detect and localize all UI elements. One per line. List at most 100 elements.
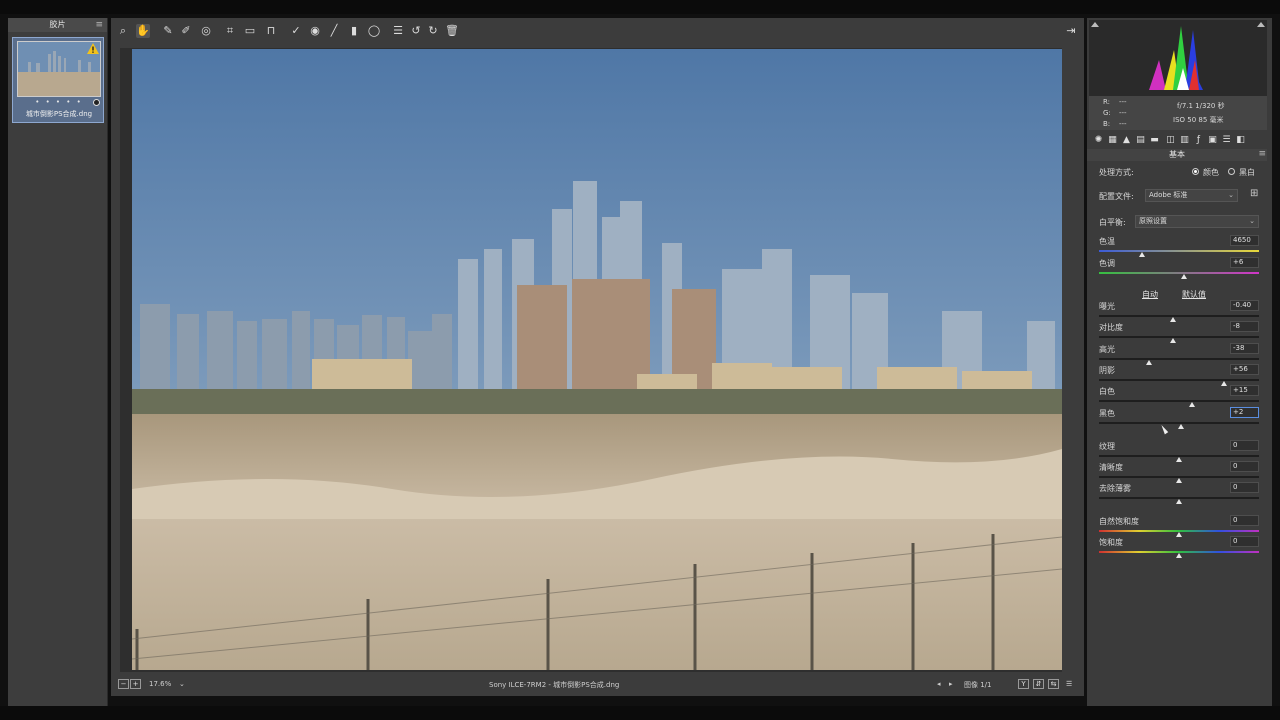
filmstrip-panel: 胶片 ≡ • • • • • 城市倒影PS合成.dng (8, 18, 108, 706)
slider-thumb[interactable] (1176, 457, 1182, 462)
tab-presets-icon[interactable]: ☰ (1221, 135, 1232, 146)
slider-thumb[interactable] (1176, 499, 1182, 504)
tab-tone-curve-icon[interactable]: ▦ (1107, 135, 1118, 146)
tab-hsl-icon[interactable]: ▤ (1135, 135, 1146, 146)
slider-track[interactable] (1099, 315, 1259, 317)
straighten-tool-icon[interactable]: ▭ (243, 24, 257, 38)
slider-value-field[interactable]: +15 (1230, 385, 1259, 396)
copy-settings-button[interactable]: ⇆ (1048, 679, 1059, 689)
slider-thumb[interactable] (1169, 338, 1176, 343)
slider-value-field[interactable]: -38 (1230, 343, 1259, 354)
crop-tool-icon[interactable]: ⌗ (223, 24, 237, 38)
slider-value-field[interactable]: 0 (1230, 536, 1259, 547)
slider-label: 白色 (1099, 387, 1115, 396)
filmstrip-menu-icon[interactable]: ≡ (95, 18, 103, 32)
slider-value-field[interactable]: +6 (1230, 257, 1259, 268)
zoom-in-button[interactable]: + (130, 679, 141, 689)
white-balance-dropdown[interactable]: 原照设置 ⌄ (1135, 215, 1259, 228)
slider-value-field[interactable]: 4650 (1230, 235, 1259, 246)
aperture-shutter: f/7.1 1/320 秒 (1177, 102, 1225, 110)
image-canvas[interactable] (120, 48, 1062, 672)
tab-split-toning-icon[interactable]: ▬ (1149, 135, 1160, 146)
zoom-dropdown-icon[interactable]: ⌄ (179, 680, 185, 688)
slider-track[interactable] (1099, 336, 1259, 338)
tab-effects-icon[interactable]: ƒ (1193, 135, 1204, 146)
slider-track[interactable] (1099, 272, 1259, 274)
process-bw-radio[interactable] (1228, 168, 1235, 175)
slider-value-field[interactable]: 0 (1230, 515, 1259, 526)
slider-thumb[interactable] (1145, 360, 1152, 365)
process-bw-label[interactable]: 黑白 (1239, 167, 1255, 178)
tab-detail-icon[interactable]: ▲ (1121, 135, 1132, 146)
zoom-tool-icon[interactable]: ⌕ (116, 24, 130, 38)
slider-value-field[interactable]: 0 (1230, 482, 1259, 493)
slider-thumb[interactable] (1139, 252, 1146, 257)
highlight-clipping-icon[interactable] (1257, 22, 1265, 27)
zoom-out-button[interactable]: − (118, 679, 129, 689)
profile-dropdown[interactable]: Adobe 标准 ⌄ (1145, 189, 1238, 202)
zoom-level[interactable]: 17.6% (149, 680, 171, 688)
slider-track[interactable] (1099, 358, 1259, 360)
preferences-icon[interactable]: ☰ (391, 24, 405, 38)
panel-menu-icon[interactable]: ≡ (1258, 149, 1266, 159)
slider-label: 黑色 (1099, 409, 1115, 418)
targeted-adjustment-tool-icon[interactable]: ◎ (199, 24, 213, 38)
process-color-label[interactable]: 颜色 (1203, 167, 1219, 178)
slider-thumb[interactable] (1177, 424, 1184, 429)
rotate-left-icon[interactable]: ↺ (409, 24, 423, 38)
trash-icon[interactable]: 🗑 (445, 24, 459, 38)
fullscreen-icon[interactable]: ⇥ (1064, 24, 1078, 38)
slider-value-field[interactable]: -0.40 (1230, 300, 1259, 311)
before-after-button[interactable]: Y (1018, 679, 1029, 689)
histogram (1089, 20, 1267, 96)
slider-thumb[interactable] (1176, 478, 1182, 483)
slider-thumb[interactable] (1169, 317, 1176, 322)
prev-image-icon[interactable]: ◂ (937, 680, 941, 688)
slider-label: 曝光 (1099, 302, 1115, 311)
tab-snapshots-icon[interactable]: ◧ (1235, 135, 1246, 146)
status-bar: − + 17.6% ⌄ Sony ILCE-7RM2 - 城市倒影PS合成.dn… (111, 674, 1084, 696)
slider-track[interactable] (1099, 400, 1259, 402)
settings-menu-icon[interactable]: ☰ (1066, 680, 1072, 688)
tab-transform-icon[interactable]: ▥ (1179, 135, 1190, 146)
radial-filter-icon[interactable]: ◯ (367, 24, 381, 38)
slider-value-field[interactable]: 0 (1230, 461, 1259, 472)
graduated-filter-icon[interactable]: ▮ (347, 24, 361, 38)
slider-thumb[interactable] (1220, 381, 1227, 386)
slider-thumb[interactable] (1188, 402, 1195, 407)
rotate-right-icon[interactable]: ↻ (426, 24, 440, 38)
red-eye-tool-icon[interactable]: ◉ (308, 24, 322, 38)
default-button[interactable]: 默认值 (1182, 289, 1206, 300)
hand-tool-icon[interactable]: ✋ (136, 24, 150, 38)
slider-thumb[interactable] (1176, 532, 1182, 537)
letterbox-bottom (0, 706, 1280, 720)
auto-button[interactable]: 自动 (1142, 289, 1158, 300)
slider-value-field[interactable]: +2 (1230, 407, 1259, 418)
transform-tool-icon[interactable]: ⊓ (264, 24, 278, 38)
profile-value: Adobe 标准 (1149, 191, 1188, 199)
slider-value-field[interactable]: 0 (1230, 440, 1259, 451)
process-label: 处理方式: (1099, 168, 1134, 177)
spot-removal-tool-icon[interactable]: ✓ (289, 24, 303, 38)
slider-track[interactable] (1099, 250, 1259, 252)
next-image-icon[interactable]: ▸ (949, 680, 953, 688)
process-color-radio[interactable] (1192, 168, 1199, 175)
b-label: B: (1103, 120, 1111, 128)
slider-thumb[interactable] (1176, 553, 1182, 558)
adjustment-panel: R: --- G: --- B: --- f/7.1 1/320 秒 ISO 5… (1087, 18, 1272, 706)
filmstrip-thumbnail[interactable]: • • • • • 城市倒影PS合成.dng (12, 37, 104, 123)
thumbnail-rating[interactable]: • • • • • (13, 98, 105, 106)
tab-basic-icon[interactable]: ✺ (1093, 135, 1104, 146)
swap-settings-button[interactable]: ⇵ (1033, 679, 1044, 689)
shadow-clipping-icon[interactable] (1091, 22, 1099, 27)
tab-lens-icon[interactable]: ◫ (1165, 135, 1176, 146)
white-balance-tool-icon[interactable]: ✎ (161, 24, 175, 38)
slider-track[interactable] (1099, 379, 1259, 381)
profile-browser-icon[interactable]: ⊞ (1250, 188, 1258, 199)
color-sampler-tool-icon[interactable]: ✐ (179, 24, 193, 38)
tab-calibration-icon[interactable]: ▣ (1207, 135, 1218, 146)
slider-thumb[interactable] (1180, 274, 1187, 279)
slider-value-field[interactable]: -8 (1230, 321, 1259, 332)
adjustment-brush-icon[interactable]: ╱ (327, 24, 341, 38)
slider-value-field[interactable]: +56 (1230, 364, 1259, 375)
